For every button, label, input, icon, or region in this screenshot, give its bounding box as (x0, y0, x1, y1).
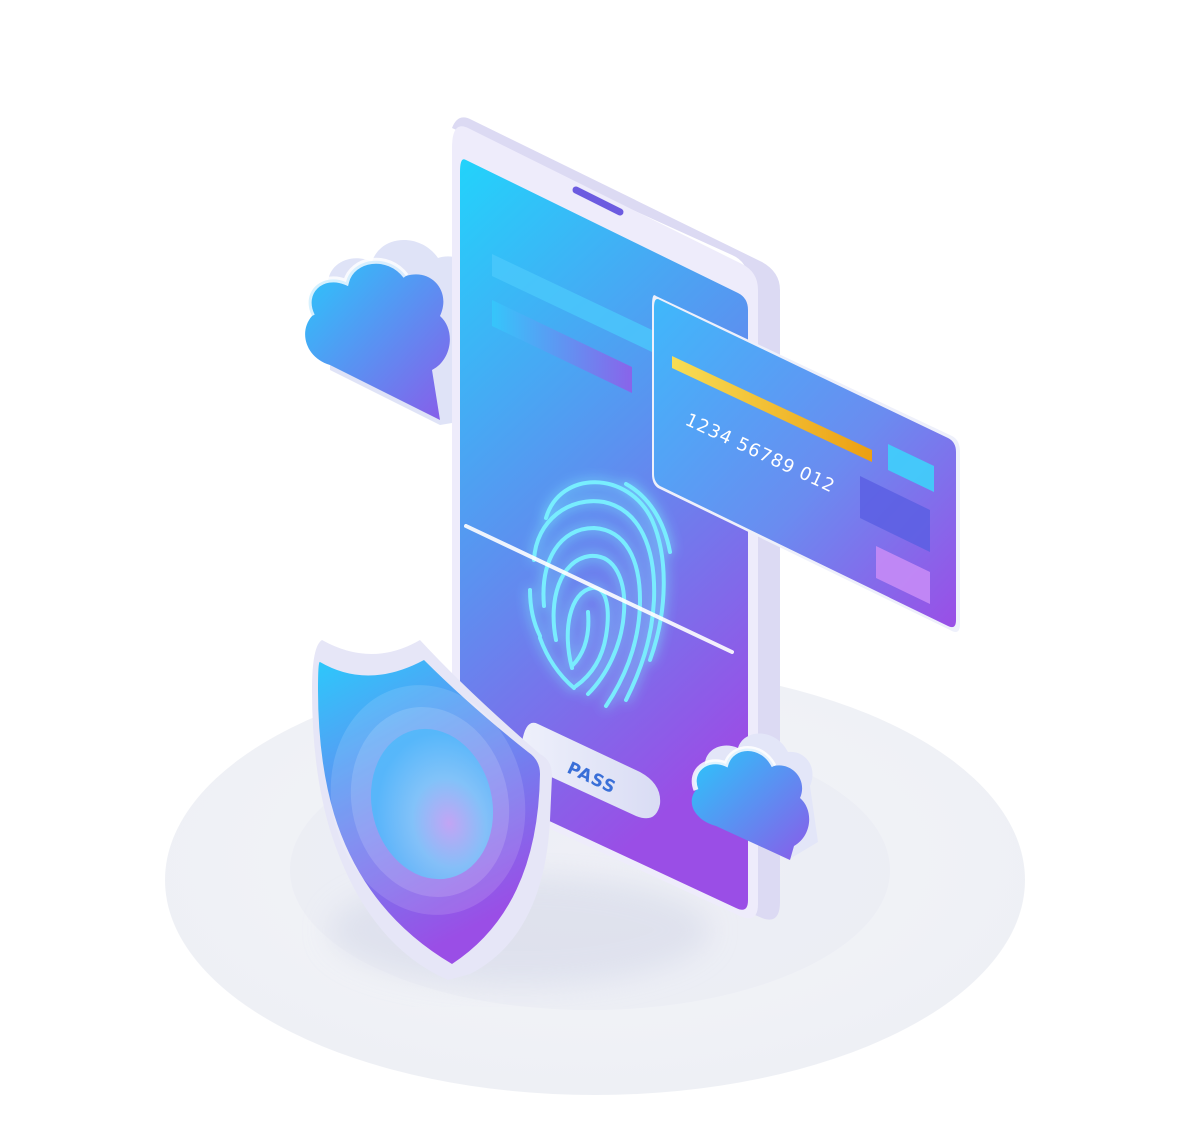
security-illustration: PASS 1234 56789 012 (165, 117, 1025, 1095)
cloud-icon (305, 240, 474, 425)
